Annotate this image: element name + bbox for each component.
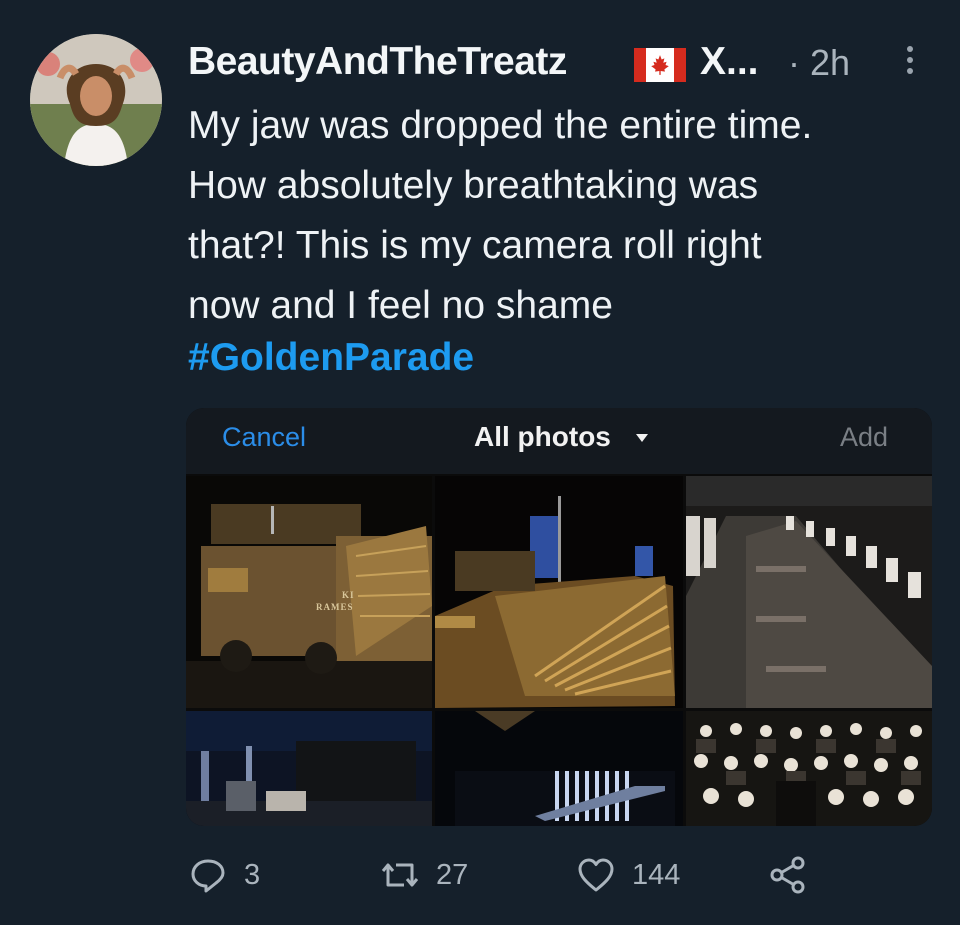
- photo-thumb-parade-road: [686, 476, 932, 708]
- picker-add-label: Add: [840, 422, 889, 452]
- avatar[interactable]: [30, 34, 162, 166]
- picker-title: All photos: [474, 421, 611, 452]
- reply-count: 3: [244, 858, 261, 891]
- photo-picker-toolbar: Cancel All photos Add: [186, 408, 932, 474]
- retweet-count: 27: [436, 858, 469, 891]
- picker-cancel-label: Cancel: [222, 422, 307, 452]
- photo-grid: KI RAMES: [186, 476, 932, 826]
- tweet-timestamp[interactable]: · 2h: [788, 42, 850, 84]
- tweet[interactable]: BeautyAndTheTreatz X... · 2h My jaw was …: [0, 0, 960, 925]
- float-caption-rames: RAMES: [316, 602, 354, 612]
- photo-thumb-night-street: [186, 711, 432, 826]
- reply-button[interactable]: 3: [188, 850, 260, 900]
- share-button[interactable]: [768, 850, 808, 900]
- canada-flag-icon: [634, 48, 686, 82]
- like-count: 144: [632, 858, 681, 891]
- more-options-icon[interactable]: [902, 42, 918, 82]
- author-name[interactable]: BeautyAndTheTreatz: [188, 40, 567, 84]
- photo-thumb-float-truck: KI RAMES: [186, 476, 432, 708]
- tweet-media-photo[interactable]: Cancel All photos Add KI RAMES: [186, 408, 932, 826]
- tweet-header: BeautyAndTheTreatz X... · 2h: [188, 38, 928, 88]
- retweet-icon: [381, 863, 419, 887]
- chevron-down-icon: [636, 434, 648, 442]
- photo-thumb-orchestra: [686, 711, 932, 826]
- photo-thumb-pyramid-lights: [435, 711, 683, 826]
- reply-icon: [191, 859, 225, 893]
- hashtag-link[interactable]: #GoldenParade: [188, 336, 474, 380]
- share-icon: [770, 856, 805, 894]
- tweet-actions: 3 27 144: [188, 850, 928, 900]
- photo-thumb-golden-float: [435, 476, 683, 708]
- tweet-text: My jaw was dropped the entire time. How …: [188, 104, 813, 327]
- float-caption-ki: KI: [342, 590, 355, 600]
- retweet-button[interactable]: 27: [380, 850, 468, 900]
- author-handle[interactable]: X...: [700, 40, 759, 84]
- like-button[interactable]: 144: [576, 850, 680, 900]
- heart-icon: [578, 858, 614, 892]
